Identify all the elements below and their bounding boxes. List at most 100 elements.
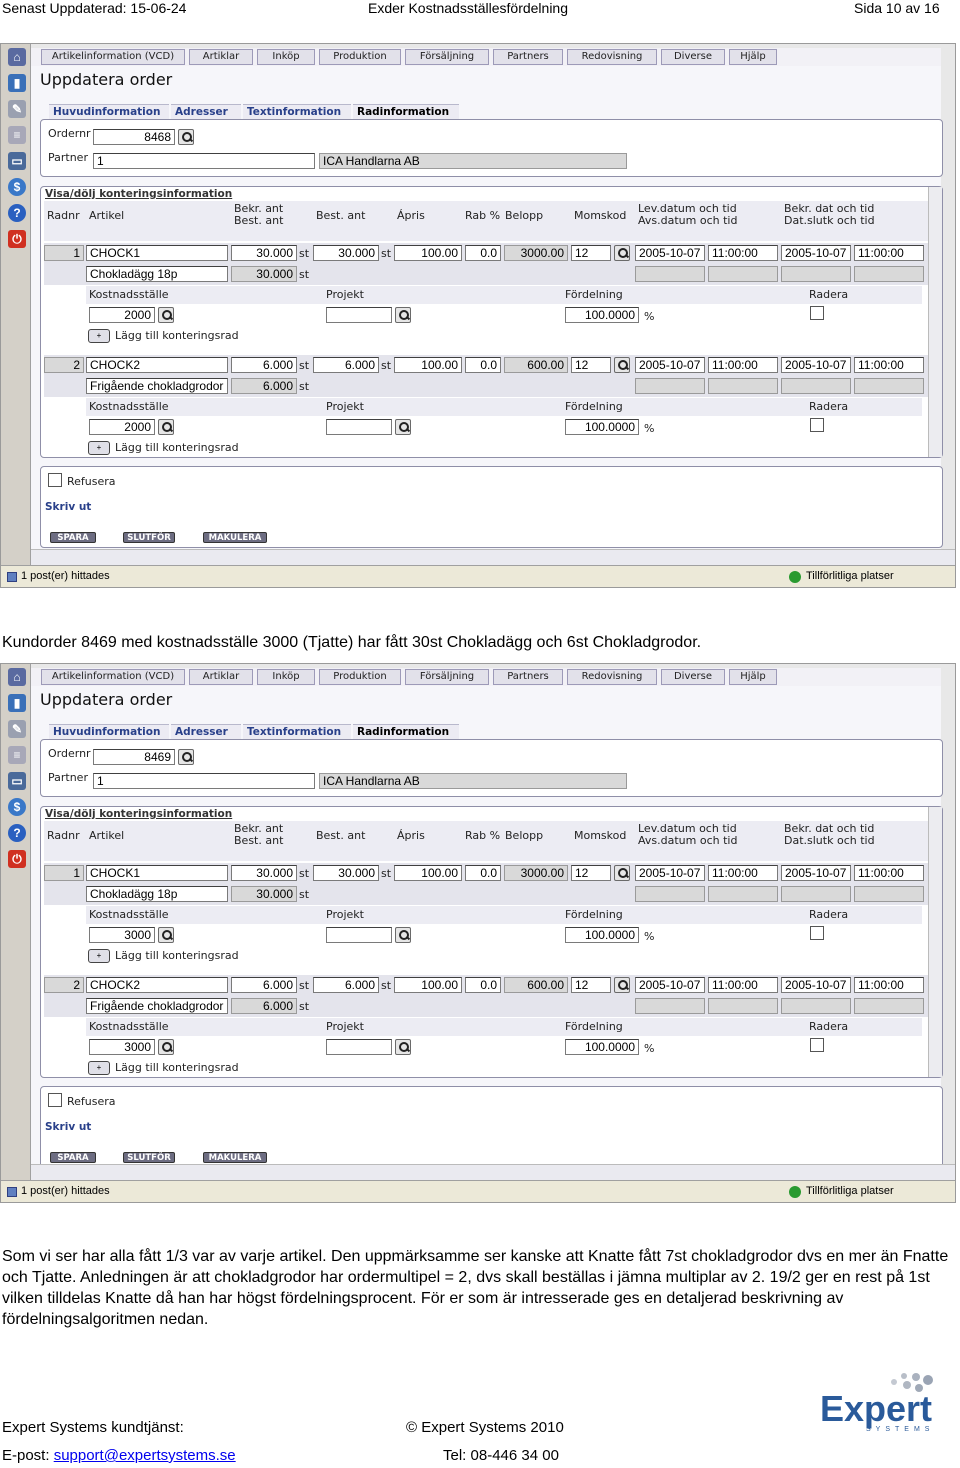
menu-item-produktion[interactable]: Produktion: [319, 49, 401, 65]
toggle-kontering-link[interactable]: Visa/dölj konteringsinformation: [45, 808, 232, 820]
add-kontering-icon[interactable]: +: [88, 949, 110, 963]
dollar-icon[interactable]: $: [8, 178, 26, 196]
projekt-search-icon[interactable]: [395, 927, 411, 943]
lev-date-field[interactable]: 2005-10-07: [635, 357, 705, 373]
menu-item-redovisning[interactable]: Redovisning: [567, 669, 657, 685]
lev-date-field[interactable]: 2005-10-07: [635, 977, 705, 993]
radera-checkbox[interactable]: [810, 418, 824, 432]
fordelning-field[interactable]: 100.0000: [565, 1039, 639, 1055]
menu-item-diverse[interactable]: Diverse: [661, 49, 725, 65]
momskod-field[interactable]: 12: [571, 865, 611, 881]
best-ant-field[interactable]: 6.000: [313, 357, 379, 373]
bekr-ant-field[interactable]: 6.000: [231, 357, 297, 373]
chart-icon[interactable]: ▮: [8, 694, 26, 712]
refusera-checkbox[interactable]: [48, 1093, 62, 1107]
best-ant-field[interactable]: 30.000: [313, 245, 379, 261]
spara-button[interactable]: SPARA: [50, 1152, 96, 1163]
home-icon[interactable]: ⌂: [8, 48, 26, 66]
menu-item-hjalp[interactable]: Hjälp: [729, 669, 777, 685]
skriv-ut-link[interactable]: Skriv ut: [45, 1121, 91, 1133]
lev-time-field[interactable]: 11:00:00: [708, 977, 778, 993]
kostnadsstalle-search-icon[interactable]: [158, 307, 174, 323]
makulera-button[interactable]: MAKULERA: [203, 1152, 267, 1163]
add-kontering-label[interactable]: Lägg till konteringsrad: [115, 1061, 239, 1074]
radera-checkbox[interactable]: [810, 926, 824, 940]
menu-item-diverse[interactable]: Diverse: [661, 669, 725, 685]
makulera-button[interactable]: MAKULERA: [203, 532, 267, 543]
menu-item-partners[interactable]: Partners: [493, 669, 563, 685]
artikel-field[interactable]: CHOCK1: [86, 865, 228, 881]
menu-item-artiklar[interactable]: Artiklar: [189, 49, 253, 65]
menu-item-inkop[interactable]: Inköp: [257, 49, 315, 65]
lev-date-field[interactable]: 2005-10-07: [635, 865, 705, 881]
momskod-search-icon[interactable]: [614, 865, 630, 881]
best-ant-field[interactable]: 6.000: [313, 977, 379, 993]
menu-item-partners[interactable]: Partners: [493, 49, 563, 65]
skriv-ut-link[interactable]: Skriv ut: [45, 501, 91, 513]
bekr-ant-field[interactable]: 30.000: [231, 245, 297, 261]
chart-icon[interactable]: ▮: [8, 74, 26, 92]
momskod-field[interactable]: 12: [571, 977, 611, 993]
lev-time-field[interactable]: 11:00:00: [708, 357, 778, 373]
spara-button[interactable]: SPARA: [50, 532, 96, 543]
momskod-search-icon[interactable]: [614, 245, 630, 261]
support-email-link[interactable]: support@expertsystems.se: [54, 1447, 236, 1464]
menu-item-artikelinformation[interactable]: Artikelinformation (VCD): [41, 669, 185, 685]
refusera-checkbox[interactable]: [48, 473, 62, 487]
best-ant-field[interactable]: 30.000: [313, 865, 379, 881]
menu-item-redovisning[interactable]: Redovisning: [567, 49, 657, 65]
bekr-time-field[interactable]: 11:00:00: [854, 977, 924, 993]
menu-item-produktion[interactable]: Produktion: [319, 669, 401, 685]
menu-item-forsaljning[interactable]: Försäljning: [405, 669, 489, 685]
document-icon[interactable]: ≡: [8, 746, 26, 764]
add-kontering-label[interactable]: Lägg till konteringsrad: [115, 329, 239, 342]
slutfor-button[interactable]: SLUTFÖR: [123, 532, 175, 543]
apris-field[interactable]: 100.00: [394, 865, 462, 881]
kostnadsstalle-field[interactable]: 3000: [89, 1039, 155, 1055]
bekr-time-field[interactable]: 11:00:00: [854, 865, 924, 881]
rabatt-field[interactable]: 0.0: [465, 245, 501, 261]
apris-field[interactable]: 100.00: [394, 245, 462, 261]
document-icon[interactable]: ≡: [8, 126, 26, 144]
projekt-field[interactable]: [326, 307, 392, 323]
tab-textinformation[interactable]: Textinformation: [243, 724, 351, 739]
horizontal-scrollbar[interactable]: [31, 1164, 955, 1180]
kostnadsstalle-field[interactable]: 2000: [89, 419, 155, 435]
power-icon[interactable]: ⏻: [8, 230, 26, 248]
dollar-icon[interactable]: $: [8, 798, 26, 816]
partner-number-field[interactable]: 1: [93, 773, 315, 789]
rabatt-field[interactable]: 0.0: [465, 865, 501, 881]
menu-item-artiklar[interactable]: Artiklar: [189, 669, 253, 685]
lev-time-field[interactable]: 11:00:00: [708, 245, 778, 261]
projekt-field[interactable]: [326, 419, 392, 435]
ordernr-field[interactable]: 8468: [93, 129, 175, 145]
ordernr-search-icon[interactable]: [178, 749, 194, 765]
tab-adresser[interactable]: Adresser: [171, 724, 241, 739]
apris-field[interactable]: 100.00: [394, 357, 462, 373]
rabatt-field[interactable]: 0.0: [465, 357, 501, 373]
tab-huvudinformation[interactable]: Huvudinformation: [49, 104, 169, 119]
momskod-field[interactable]: 12: [571, 357, 611, 373]
radera-checkbox[interactable]: [810, 306, 824, 320]
ordernr-field[interactable]: 8469: [93, 749, 175, 765]
artikel-field[interactable]: CHOCK1: [86, 245, 228, 261]
slutfor-button[interactable]: SLUTFÖR: [123, 1152, 175, 1163]
add-kontering-label[interactable]: Lägg till konteringsrad: [115, 441, 239, 454]
bekr-date-field[interactable]: 2005-10-07: [781, 357, 851, 373]
tab-adresser[interactable]: Adresser: [171, 104, 241, 119]
bekr-ant-field[interactable]: 6.000: [231, 977, 297, 993]
toggle-kontering-link[interactable]: Visa/dölj konteringsinformation: [45, 188, 232, 200]
artikel-field[interactable]: CHOCK2: [86, 357, 228, 373]
projekt-search-icon[interactable]: [395, 419, 411, 435]
menu-item-forsaljning[interactable]: Försäljning: [405, 49, 489, 65]
bekr-date-field[interactable]: 2005-10-07: [781, 977, 851, 993]
apris-field[interactable]: 100.00: [394, 977, 462, 993]
kostnadsstalle-search-icon[interactable]: [158, 927, 174, 943]
fordelning-field[interactable]: 100.0000: [565, 927, 639, 943]
momskod-search-icon[interactable]: [614, 977, 630, 993]
home-icon[interactable]: ⌂: [8, 668, 26, 686]
bekr-date-field[interactable]: 2005-10-07: [781, 245, 851, 261]
lines-scrollbar[interactable]: [928, 187, 942, 457]
edit-icon[interactable]: ✎: [8, 720, 26, 738]
momskod-field[interactable]: 12: [571, 245, 611, 261]
